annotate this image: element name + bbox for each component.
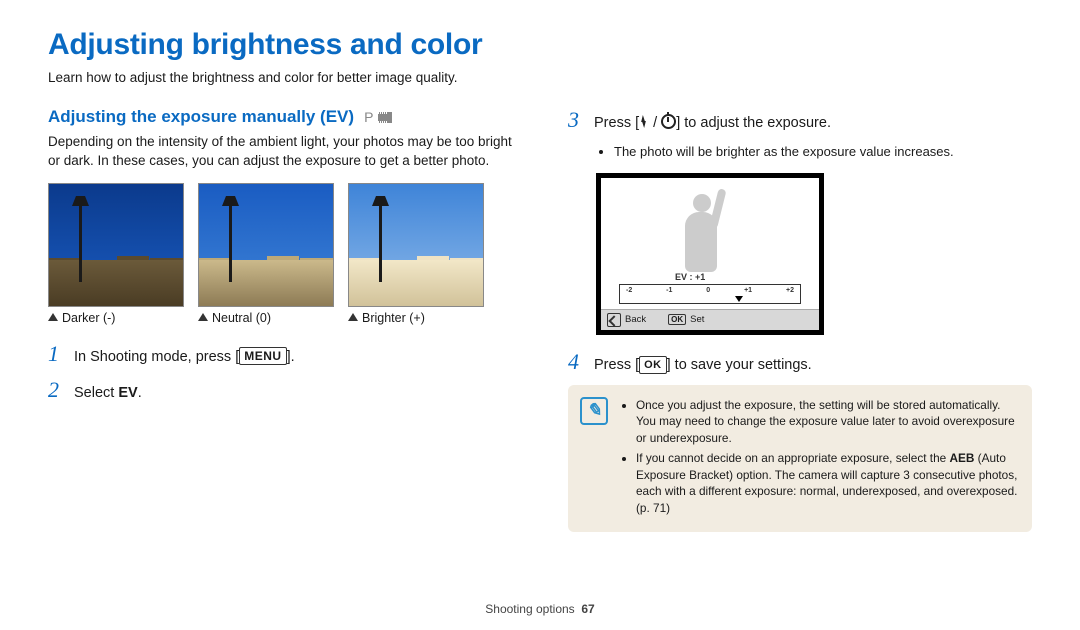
caption-darker: Darker (-) — [48, 311, 184, 325]
example-neutral: Neutral (0) — [198, 183, 334, 325]
example-brighter: Brighter (+) — [348, 183, 484, 325]
footer-section: Shooting options — [485, 602, 574, 616]
set-label: Set — [690, 314, 704, 325]
back-label: Back — [625, 314, 646, 325]
step-3-sub: The photo will be brighter as the exposu… — [596, 143, 1032, 161]
manual-page: Adjusting brightness and color Learn how… — [0, 0, 1080, 630]
steps-left: 1 In Shooting mode, press [MENU]. 2 Sele… — [48, 341, 512, 403]
thumb-brighter — [348, 183, 484, 307]
example-darker: Darker (-) — [48, 183, 184, 325]
step-3-bullet: The photo will be brighter as the exposu… — [614, 143, 1032, 161]
thumb-darker — [48, 183, 184, 307]
triangle-up-icon — [198, 313, 208, 321]
step-4: 4 Press [OK] to save your settings. — [568, 349, 1032, 375]
note-item-1: Once you adjust the exposure, the settin… — [636, 397, 1018, 447]
camera-lcd: EV : +1 -2 -1 0 +1 +2 Back — [596, 173, 824, 335]
right-column: 3 Press [ / ] to adjust the exposure. Th… — [568, 107, 1032, 532]
step-3: 3 Press [ / ] to adjust the exposure. — [568, 107, 1032, 133]
note-list: Once you adjust the exposure, the settin… — [620, 397, 1018, 521]
note-box: ✎ Once you adjust the exposure, the sett… — [568, 385, 1032, 533]
ok-key-icon: OK — [639, 356, 667, 374]
page-footer: Shooting options 67 — [0, 602, 1080, 616]
step-number: 4 — [568, 349, 594, 375]
ev-meter: -2 -1 0 +1 +2 — [619, 284, 801, 304]
flash-icon — [639, 115, 649, 129]
step-number: 1 — [48, 341, 74, 367]
caption-brighter: Brighter (+) — [348, 311, 484, 325]
footer-page-number: 67 — [581, 602, 594, 616]
page-title: Adjusting brightness and color — [48, 28, 1032, 62]
thumb-neutral — [198, 183, 334, 307]
mode-p-icon: P — [364, 109, 374, 125]
caption-neutral: Neutral (0) — [198, 311, 334, 325]
page-intro: Learn how to adjust the brightness and c… — [48, 70, 1032, 85]
step-number: 3 — [568, 107, 594, 133]
lcd-inner: EV : +1 -2 -1 0 +1 +2 Back — [601, 178, 819, 330]
lcd-bottom-bar: Back OK Set — [601, 309, 819, 330]
info-icon: ✎ — [580, 397, 608, 425]
section-body: Depending on the intensity of the ambien… — [48, 133, 512, 171]
section-heading-text: Adjusting the exposure manually (EV) — [48, 107, 354, 127]
silhouette-icon — [665, 188, 737, 280]
step-3-text: Press [ / ] to adjust the exposure. — [594, 114, 831, 131]
step-2: 2 Select EV. — [48, 377, 512, 403]
columns: Adjusting the exposure manually (EV) P D… — [48, 107, 1032, 532]
ev-label: EV : +1 — [675, 272, 705, 282]
step-4-text: Press [OK] to save your settings. — [594, 356, 812, 374]
exposure-examples: Darker (-) Neutral (0) — [48, 183, 512, 325]
ev-tick-labels: -2 -1 0 +1 +2 — [620, 287, 800, 294]
mode-movie-icon — [378, 112, 392, 123]
step-number: 2 — [48, 377, 74, 403]
triangle-up-icon — [48, 313, 58, 321]
timer-icon — [661, 114, 676, 129]
step-1: 1 In Shooting mode, press [MENU]. — [48, 341, 512, 367]
step-2-text: Select EV. — [74, 385, 142, 401]
ok-icon: OK — [668, 314, 686, 325]
note-item-2: If you cannot decide on an appropriate e… — [636, 450, 1018, 516]
section-heading: Adjusting the exposure manually (EV) P — [48, 107, 512, 127]
steps-right: 3 Press [ / ] to adjust the exposure. — [568, 107, 1032, 133]
back-icon — [607, 313, 621, 327]
triangle-up-icon — [348, 313, 358, 321]
mode-icons: P — [364, 109, 392, 125]
left-column: Adjusting the exposure manually (EV) P D… — [48, 107, 512, 532]
ev-cursor-icon — [735, 296, 743, 302]
menu-key-icon: MENU — [239, 347, 286, 365]
steps-right-2: 4 Press [OK] to save your settings. — [568, 349, 1032, 375]
step-1-text: In Shooting mode, press [MENU]. — [74, 347, 295, 365]
